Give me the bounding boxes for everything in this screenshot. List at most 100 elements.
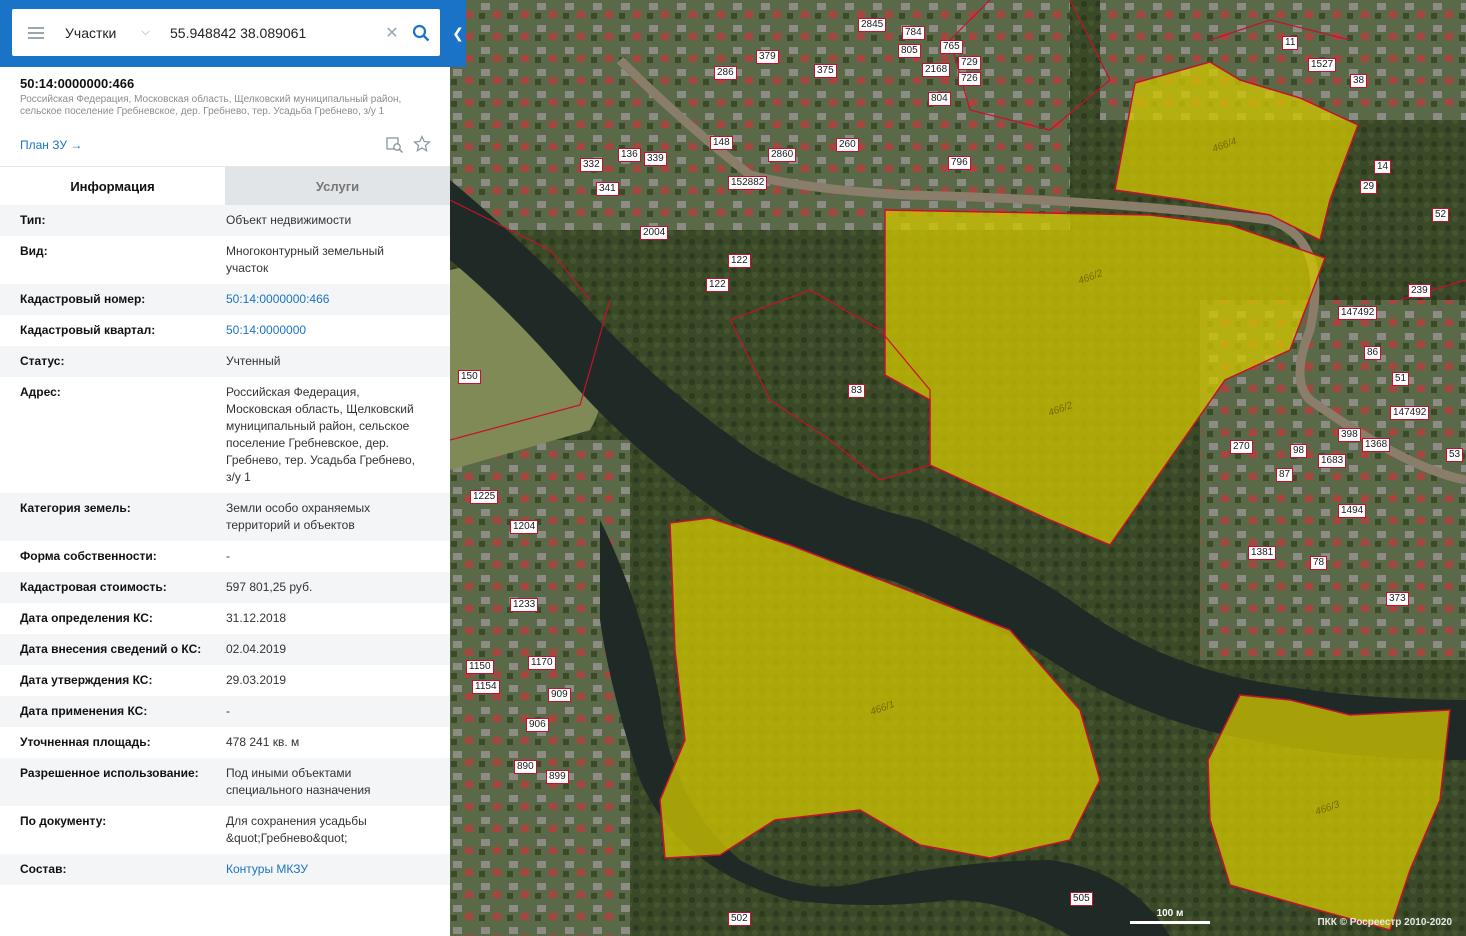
parcel-label[interactable]: 1233 bbox=[510, 598, 539, 612]
scale-label: 100 м bbox=[1156, 908, 1184, 919]
parcel-label[interactable]: 2845 bbox=[858, 18, 887, 32]
parcel-label[interactable]: 1381 bbox=[1248, 546, 1277, 560]
collapse-panel-button[interactable]: ❮ bbox=[450, 0, 466, 67]
parcel-label[interactable]: 726 bbox=[958, 72, 981, 86]
info-row-link[interactable]: Контуры МКЗУ bbox=[206, 861, 420, 878]
parcel-label[interactable]: 1683 bbox=[1318, 454, 1347, 468]
info-row-label: Дата определения КС: bbox=[20, 611, 153, 625]
close-icon[interactable]: ✕ bbox=[382, 23, 402, 43]
cadastral-number-title: 50:14:0000000:466 bbox=[20, 76, 135, 91]
info-row: Категория земель: Земли особо охраняемых … bbox=[0, 493, 450, 541]
parcel-label[interactable]: 1494 bbox=[1338, 504, 1367, 518]
parcel-label[interactable]: 1368 bbox=[1362, 438, 1391, 452]
parcel-label[interactable]: 765 bbox=[940, 40, 963, 54]
parcel-label[interactable]: 286 bbox=[714, 66, 737, 80]
info-row-label: Состав: bbox=[20, 862, 67, 876]
parcel-label[interactable]: 1225 bbox=[470, 490, 499, 504]
info-row: Кадастровый номер: 50:14:0000000:466 bbox=[0, 284, 450, 315]
parcel-label[interactable]: 86 bbox=[1364, 346, 1382, 360]
layer-select[interactable]: Участки ⌵ bbox=[60, 25, 170, 41]
parcel-label[interactable]: 899 bbox=[546, 770, 569, 784]
menu-icon[interactable] bbox=[12, 9, 60, 56]
parcel-label[interactable]: 14 bbox=[1374, 160, 1392, 174]
parcel-label[interactable]: 505 bbox=[1070, 892, 1093, 906]
tab-services[interactable]: Услуги bbox=[225, 167, 450, 205]
parcel-label[interactable]: 784 bbox=[902, 26, 925, 40]
info-row: Тип: Объект недвижимости bbox=[0, 205, 450, 236]
info-row: Вид: Многоконтурный земельный участок bbox=[0, 236, 450, 284]
parcel-label[interactable]: 1170 bbox=[528, 656, 556, 670]
parcel-label[interactable]: 87 bbox=[1276, 468, 1294, 482]
parcel-label[interactable]: 502 bbox=[728, 912, 751, 926]
parcel-label[interactable]: 122 bbox=[706, 278, 729, 292]
plan-link[interactable]: План ЗУ → bbox=[20, 138, 82, 152]
parcel-label[interactable]: 2860 bbox=[768, 148, 797, 162]
scale-bar-line bbox=[1130, 921, 1210, 924]
star-icon[interactable] bbox=[413, 135, 431, 158]
parcel-label[interactable]: 51 bbox=[1392, 372, 1410, 386]
info-row-label: Уточненная площадь: bbox=[20, 735, 151, 749]
parcel-label[interactable]: 890 bbox=[514, 760, 537, 774]
parcel-label[interactable]: 239 bbox=[1408, 284, 1431, 298]
parcel-label[interactable]: 152882 bbox=[728, 176, 768, 190]
info-row-value: 02.04.2019 bbox=[226, 642, 287, 656]
parcel-label[interactable]: 1527 bbox=[1308, 58, 1337, 72]
parcel-label[interactable]: 98 bbox=[1290, 444, 1308, 458]
parcel-label[interactable]: 150 bbox=[458, 370, 481, 384]
parcel-label[interactable]: 729 bbox=[958, 56, 981, 70]
parcel-label[interactable]: 53 bbox=[1446, 448, 1464, 462]
parcel-label[interactable]: 906 bbox=[526, 718, 549, 732]
parcel-label[interactable]: 11 bbox=[1282, 36, 1299, 50]
parcel-label[interactable]: 260 bbox=[836, 138, 859, 152]
search-input[interactable] bbox=[170, 17, 382, 48]
info-row: Кадастровый квартал: 50:14:0000000 bbox=[0, 315, 450, 346]
parcel-label[interactable]: 29 bbox=[1360, 180, 1378, 194]
parcel-label[interactable]: 339 bbox=[644, 152, 667, 166]
parcel-label[interactable]: 52 bbox=[1432, 208, 1450, 222]
parcel-label[interactable]: 122 bbox=[728, 254, 751, 268]
map-view[interactable]: 466/4 466/2 466/2 466/1 466/3 2845 784 8… bbox=[450, 0, 1466, 936]
info-row-link[interactable]: 50:14:0000000:466 bbox=[206, 291, 420, 308]
parcel-label[interactable]: 1154 bbox=[472, 680, 500, 694]
info-row-label: Статус: bbox=[20, 354, 65, 368]
parcel-label[interactable]: 147492 bbox=[1390, 406, 1430, 420]
parcel-label[interactable]: 38 bbox=[1350, 74, 1368, 88]
parcel-label[interactable]: 373 bbox=[1386, 592, 1409, 606]
parcel-label[interactable]: 796 bbox=[948, 156, 971, 170]
info-row: Дата внесения сведений о КС: 02.04.2019 bbox=[0, 634, 450, 665]
info-row-label: Дата внесения сведений о КС: bbox=[20, 642, 202, 656]
tab-info[interactable]: Информация bbox=[0, 167, 225, 205]
parcel-label[interactable]: 2004 bbox=[640, 226, 669, 240]
zoom-to-object-icon[interactable] bbox=[386, 136, 404, 159]
info-row-label: Кадастровая стоимость: bbox=[20, 580, 167, 594]
parcel-label[interactable]: 78 bbox=[1310, 556, 1328, 570]
object-address-summary: Российская Федерация, Московская область… bbox=[20, 94, 402, 117]
parcel-label[interactable]: 136 bbox=[618, 148, 641, 162]
info-row-label: Вид: bbox=[20, 244, 48, 258]
info-row-label: Категория земель: bbox=[20, 501, 131, 515]
parcel-label[interactable]: 909 bbox=[548, 688, 571, 702]
parcel-label[interactable]: 805 bbox=[898, 44, 921, 58]
parcel-label[interactable]: 332 bbox=[580, 158, 603, 172]
info-row: Статус: Учтенный bbox=[0, 346, 450, 377]
info-row-label: Кадастровый квартал: bbox=[20, 323, 156, 337]
info-row-label: Дата утверждения КС: bbox=[20, 673, 153, 687]
parcel-label[interactable]: 147492 bbox=[1338, 306, 1378, 320]
parcel-label[interactable]: 83 bbox=[848, 384, 866, 398]
parcel-label[interactable]: 398 bbox=[1338, 428, 1361, 442]
parcel-label[interactable]: 804 bbox=[928, 92, 951, 106]
parcel-label[interactable]: 379 bbox=[756, 50, 779, 64]
parcel-label[interactable]: 375 bbox=[814, 64, 837, 78]
map-copyright: ПКК © Росреестр 2010-2020 bbox=[1317, 917, 1452, 928]
parcel-label[interactable]: 2168 bbox=[922, 63, 951, 77]
info-row-link[interactable]: 50:14:0000000 bbox=[206, 322, 420, 339]
parcel-label[interactable]: 270 bbox=[1230, 440, 1253, 454]
parcel-label[interactable]: 1150 bbox=[466, 660, 494, 674]
parcel-label[interactable]: 1204 bbox=[510, 520, 539, 534]
info-panel: 50:14:0000000:466 Российская Федерация, … bbox=[0, 67, 450, 936]
search-icon[interactable] bbox=[402, 24, 440, 42]
parcel-label[interactable]: 341 bbox=[596, 182, 619, 196]
chevron-down-icon: ⌵ bbox=[141, 26, 150, 38]
parcel-label[interactable]: 148 bbox=[710, 136, 733, 150]
info-row: Состав: Контуры МКЗУ bbox=[0, 854, 450, 885]
